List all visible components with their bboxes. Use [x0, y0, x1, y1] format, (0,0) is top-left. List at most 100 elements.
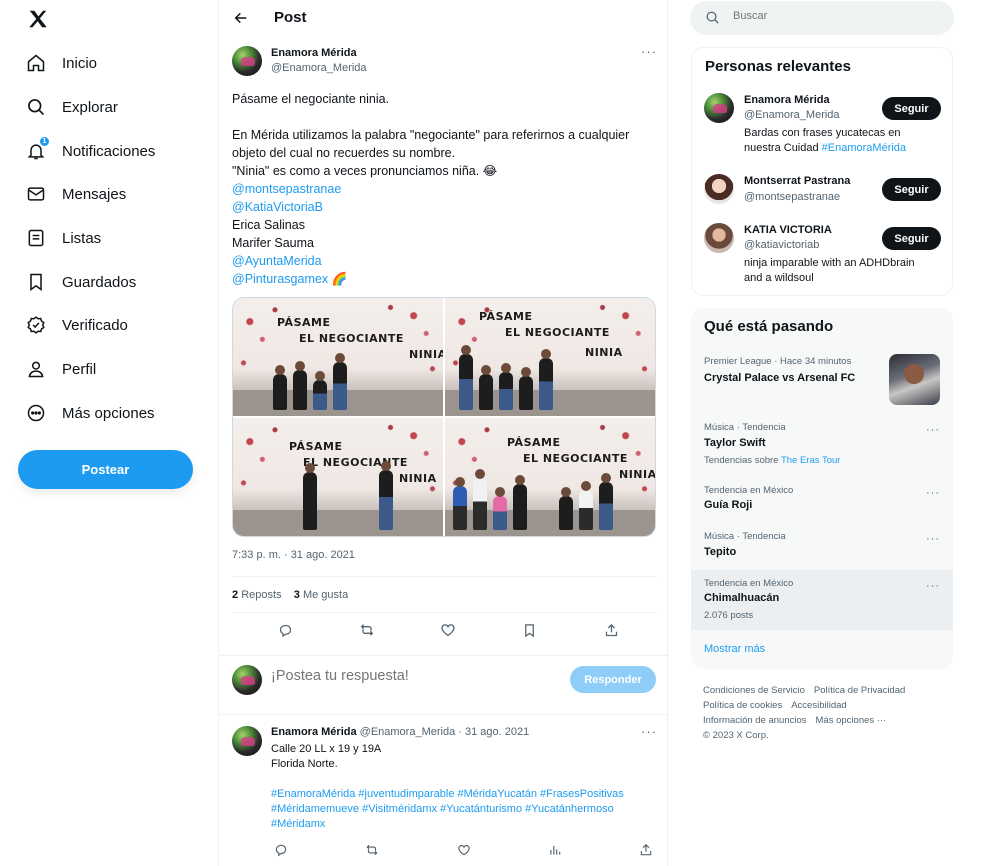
footer-link[interactable]: Política de Privacidad — [814, 685, 905, 696]
person-name[interactable]: Enamora Mérida — [744, 94, 830, 106]
footer-link[interactable]: Información de anuncios — [703, 715, 807, 726]
tweet-photo[interactable]: PÁSAME EL NEGOCIANTE NINIA — [233, 418, 443, 536]
wall-text: NINIA — [409, 348, 443, 361]
person-name[interactable]: Montserrat Pastrana — [744, 175, 850, 187]
nav-label-explore: Explorar — [62, 98, 118, 116]
tweet-line: Marifer Sauma — [232, 236, 314, 250]
search-bar[interactable] — [690, 1, 954, 35]
reply-button[interactable]: Responder — [570, 666, 656, 693]
follow-button[interactable]: Seguir — [882, 97, 941, 120]
person-avatar[interactable] — [704, 223, 734, 253]
current-user-avatar[interactable] — [232, 665, 262, 695]
tweet-photo[interactable]: PÁSAME EL NEGOCIANTE NINIA — [233, 298, 443, 416]
nav-item-verified[interactable]: Verificado — [24, 305, 128, 345]
person-handle[interactable]: @montsepastranae — [744, 191, 840, 203]
person-bio: Bardas con frases yucatecas en nuestra C… — [744, 126, 934, 156]
like-icon[interactable] — [438, 620, 458, 640]
nav-item-messages[interactable]: Mensajes — [24, 174, 126, 214]
bookmark-icon[interactable] — [520, 620, 540, 640]
hashtag-link[interactable]: #EnamoraMérida — [822, 142, 906, 154]
relevant-people-card: Personas relevantes Enamora Mérida @Enam… — [691, 47, 953, 296]
more-circle-icon — [24, 401, 48, 425]
nav-label-lists: Listas — [62, 229, 102, 247]
mention-link[interactable]: @KatiaVictoriaB — [232, 198, 657, 216]
x-logo-icon[interactable] — [25, 6, 51, 32]
trend-title[interactable]: Tepito — [704, 546, 736, 558]
reposts-label[interactable]: Reposts — [241, 589, 281, 601]
trend-more-icon[interactable]: ··· — [926, 487, 940, 499]
follow-button[interactable]: Seguir — [882, 178, 941, 201]
trend-more-icon[interactable]: ··· — [926, 533, 940, 545]
trend-title[interactable]: Guía Roji — [704, 499, 752, 511]
reply-input[interactable] — [271, 668, 551, 684]
trend-sub-link[interactable]: The Eras Tour — [781, 455, 841, 466]
footer-link[interactable]: Más opciones ··· — [816, 715, 887, 726]
nav-item-explore[interactable]: Explorar — [24, 87, 118, 127]
person-handle[interactable]: @Enamora_Merida — [744, 109, 840, 121]
tweet-photo[interactable]: PÁSAME EL NEGOCIANTE NINIA — [445, 418, 655, 536]
trend-meta: Premier League · Hace 34 minutos — [704, 356, 852, 367]
trend-thumbnail[interactable] — [889, 354, 940, 405]
page-title: Post — [274, 9, 307, 26]
person-name[interactable]: KATIA VICTORIA — [744, 224, 832, 236]
share-icon[interactable] — [601, 620, 621, 640]
hashtag-links[interactable]: #EnamoraMérida #juventudimparable #Mérid… — [271, 787, 651, 802]
share-icon[interactable] — [636, 840, 656, 860]
follow-button[interactable]: Seguir — [882, 227, 941, 250]
trend-more-icon[interactable]: ··· — [926, 580, 940, 592]
wall-text: EL NEGOCIANTE — [523, 452, 628, 465]
reply-author-meta[interactable]: @Enamora_Merida · 31 ago. 2021 — [360, 726, 530, 738]
trend-more-icon[interactable]: ··· — [926, 424, 940, 436]
trend-title[interactable]: Chimalhuacán — [704, 592, 779, 604]
bell-icon: 1 — [24, 136, 50, 163]
repost-icon[interactable] — [362, 840, 382, 860]
nav-item-home[interactable]: Inicio — [24, 43, 97, 83]
mention-link[interactable]: @AyuntaMerida — [232, 252, 657, 270]
trend-title[interactable]: Taylor Swift — [704, 437, 766, 449]
hashtag-links[interactable]: #Méridamemueve #Visitméridamx #Yucatántu… — [271, 802, 651, 817]
reply-icon[interactable] — [271, 840, 291, 860]
trend-title[interactable]: Crystal Palace vs Arsenal FC — [704, 372, 855, 384]
author-name[interactable]: Enamora Mérida — [271, 47, 357, 59]
back-arrow-icon[interactable] — [231, 8, 251, 28]
like-icon[interactable] — [454, 840, 474, 860]
footer-link[interactable]: Política de cookies — [703, 700, 782, 711]
person-avatar[interactable] — [704, 93, 734, 123]
footer-link[interactable]: Accesibilidad — [791, 700, 846, 711]
nav-item-profile[interactable]: Perfil — [24, 349, 96, 389]
hashtag-links[interactable]: #Méridamx — [271, 817, 651, 832]
person-avatar[interactable] — [704, 174, 734, 204]
likes-label[interactable]: Me gusta — [303, 589, 348, 601]
search-input[interactable] — [733, 10, 933, 22]
author-handle[interactable]: @Enamora_Merida — [271, 62, 367, 74]
copyright: © 2023 X Corp. — [703, 730, 769, 741]
left-navigation: Inicio Explorar 1 Notificaciones Mensaje… — [0, 0, 218, 866]
mention-link[interactable]: @montsepastranae — [232, 180, 657, 198]
nav-item-lists[interactable]: Listas — [24, 218, 101, 258]
tweet-text: Pásame el negociante ninia. En Mérida ut… — [232, 90, 657, 288]
reply-author-name[interactable]: Enamora Mérida — [271, 726, 357, 738]
reposts-count[interactable]: 2 — [232, 589, 238, 601]
reply-icon[interactable] — [275, 620, 295, 640]
reply-more-icon[interactable]: ··· — [641, 724, 657, 739]
author-avatar[interactable] — [232, 46, 262, 76]
nav-item-more[interactable]: Más opciones — [24, 393, 155, 433]
tweet-more-icon[interactable]: ··· — [641, 44, 657, 59]
analytics-icon[interactable] — [545, 840, 565, 860]
reply-tweet-text: Calle 20 LL x 19 y 19A Florida Norte. #E… — [271, 742, 651, 832]
nav-item-notifications[interactable]: 1 Notificaciones — [24, 131, 155, 171]
tweet-timestamp[interactable]: 7:33 p. m. · 31 ago. 2021 — [232, 549, 355, 561]
repost-icon[interactable] — [357, 620, 377, 640]
post-button[interactable]: Postear — [18, 450, 193, 489]
list-icon — [24, 226, 48, 250]
wall-text: PÁSAME — [507, 436, 561, 449]
nav-item-bookmarks[interactable]: Guardados — [24, 262, 136, 302]
reply-author-avatar[interactable] — [232, 726, 262, 756]
person-handle[interactable]: @katiavictoriab — [744, 239, 819, 251]
tweet-photo[interactable]: PÁSAME EL NEGOCIANTE NINIA — [445, 298, 655, 416]
app-root: Inicio Explorar 1 Notificaciones Mensaje… — [0, 0, 988, 866]
mention-link[interactable]: @Pinturasgamex 🌈 — [232, 270, 657, 288]
likes-count[interactable]: 3 — [294, 589, 300, 601]
footer-link[interactable]: Condiciones de Servicio — [703, 685, 805, 696]
show-more-link[interactable]: Mostrar más — [704, 643, 765, 655]
